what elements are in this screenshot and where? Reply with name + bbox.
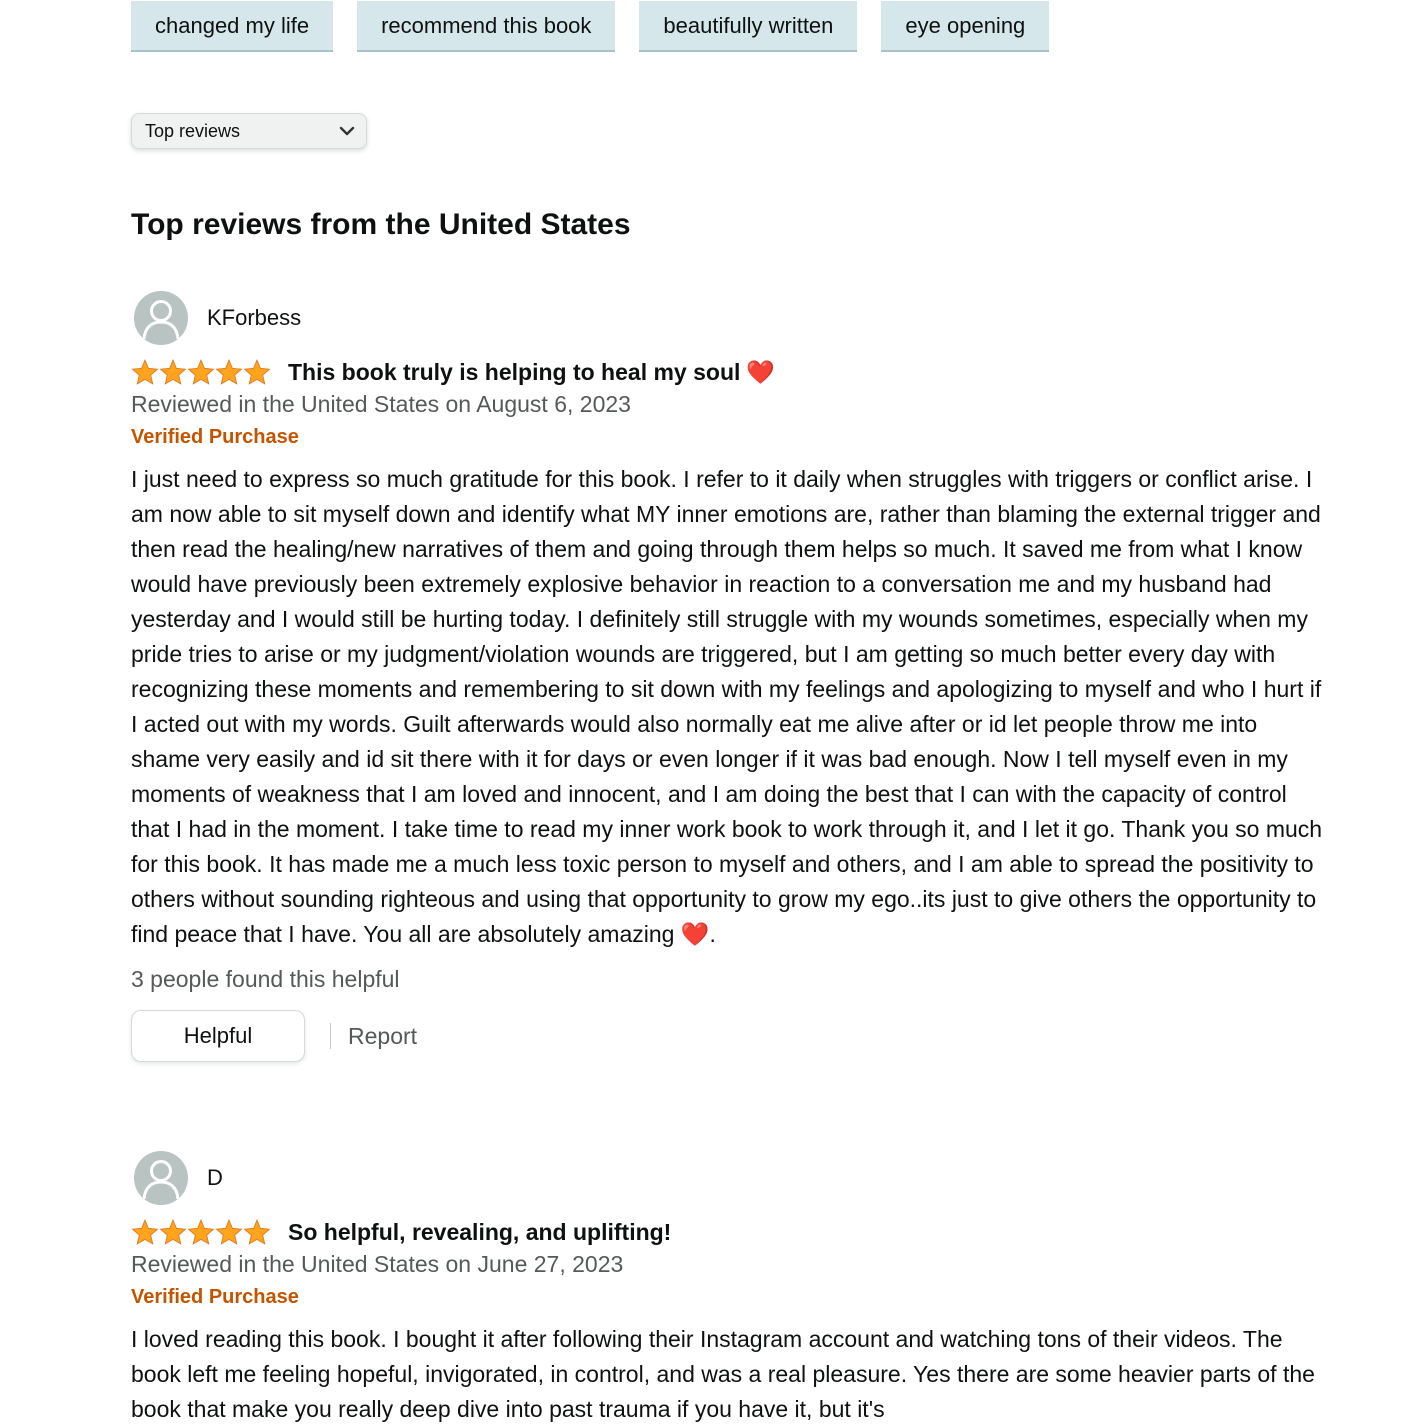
- star-icon: [215, 359, 243, 385]
- review-tag-list: changed my life recommend this book beau…: [131, 1, 1050, 52]
- star-rating[interactable]: [131, 359, 271, 385]
- star-icon: [243, 359, 271, 385]
- reviewer-profile[interactable]: D: [131, 1150, 1331, 1206]
- review-title: This book truly is helping to heal my so…: [288, 358, 741, 385]
- avatar: [134, 1151, 188, 1205]
- section-title: Top reviews from the United States: [131, 208, 631, 241]
- review-title-link[interactable]: This book truly is helping to heal my so…: [288, 359, 775, 386]
- star-icon: [243, 1219, 271, 1245]
- reviewer-profile[interactable]: KForbess: [131, 290, 1331, 346]
- review-item: KForbess This book truly is helping to h…: [131, 290, 1331, 1062]
- verified-purchase-badge: Verified Purchase: [131, 426, 299, 448]
- review-tag[interactable]: eye opening: [881, 1, 1050, 52]
- star-icon: [131, 359, 159, 385]
- helpful-count: 3 people found this helpful: [131, 966, 400, 992]
- star-icon: [131, 1219, 159, 1245]
- sort-dropdown[interactable]: Top reviews: [131, 113, 367, 149]
- review-date: Reviewed in the United States on June 27…: [131, 1251, 624, 1277]
- star-icon: [159, 1219, 187, 1245]
- star-rating[interactable]: [131, 1219, 271, 1245]
- verified-purchase-badge: Verified Purchase: [131, 1286, 299, 1308]
- review-title-row: This book truly is helping to heal my so…: [131, 356, 1331, 388]
- heart-emoji: ❤️: [746, 358, 776, 385]
- review-title-row: So helpful, revealing, and uplifting!: [131, 1216, 1331, 1248]
- star-icon: [215, 1219, 243, 1245]
- star-icon: [187, 359, 215, 385]
- chevron-down-icon: [338, 122, 356, 140]
- review-body: I loved reading this book. I bought it a…: [131, 1326, 1315, 1422]
- action-divider: [330, 1023, 331, 1049]
- star-icon: [159, 359, 187, 385]
- review-tag[interactable]: recommend this book: [357, 1, 616, 52]
- helpful-button[interactable]: Helpful: [131, 1010, 305, 1062]
- review-tag[interactable]: changed my life: [131, 1, 334, 52]
- review-body: I just need to express so much gratitude…: [131, 466, 1323, 947]
- reviewer-name: D: [207, 1165, 223, 1190]
- review-item: D So helpful, revealing, and uplifting! …: [131, 1150, 1331, 1426]
- user-silhouette-icon: [142, 1160, 180, 1200]
- review-actions: Helpful Report: [131, 1010, 1331, 1062]
- reviewer-name: KForbess: [207, 305, 302, 330]
- review-title[interactable]: So helpful, revealing, and uplifting!: [288, 1219, 671, 1246]
- star-icon: [187, 1219, 215, 1245]
- review-date: Reviewed in the United States on August …: [131, 391, 631, 417]
- avatar: [134, 291, 188, 345]
- report-link[interactable]: Report: [348, 1023, 417, 1050]
- review-tag[interactable]: beautifully written: [639, 1, 858, 52]
- user-silhouette-icon: [142, 300, 180, 340]
- sort-selected-value: Top reviews: [145, 120, 241, 141]
